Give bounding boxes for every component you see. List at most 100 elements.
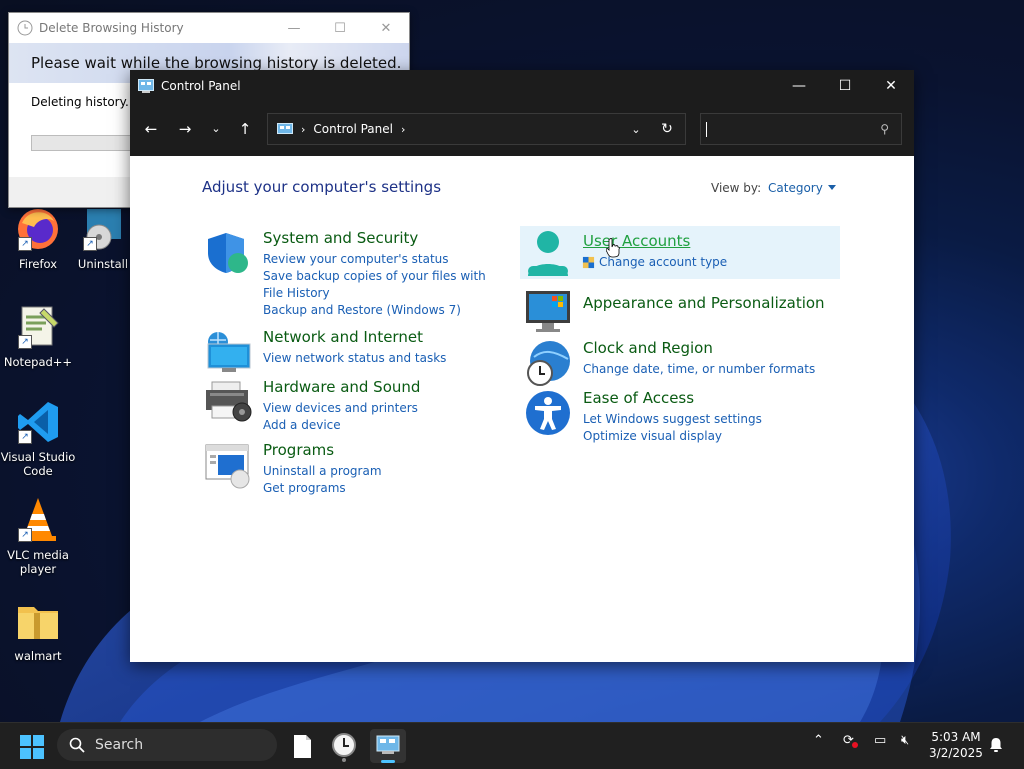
category-links: Change date, time, or number formats <box>583 361 823 378</box>
category-title[interactable]: Programs <box>263 441 334 459</box>
view-by-label: View by: <box>711 181 762 195</box>
link-get-programs[interactable]: Get programs <box>263 480 503 497</box>
active-indicator <box>381 760 395 763</box>
desktop-icon-label: Notepad++ <box>3 355 73 369</box>
text-caret <box>706 122 707 137</box>
volume-muted-icon[interactable]: 🔇︎ <box>901 733 909 748</box>
category-links: Uninstall a program Get programs <box>263 463 503 497</box>
view-by-dropdown[interactable]: Category <box>768 181 836 195</box>
minimize-button[interactable]: — <box>271 21 317 36</box>
forward-arrow-icon[interactable]: → <box>174 118 196 140</box>
back-arrow-icon[interactable]: ← <box>140 118 162 140</box>
category-links: Let Windows suggest settings Optimize vi… <box>583 411 823 445</box>
network-icon[interactable]: ▭ <box>874 733 886 748</box>
clock-globe-icon <box>527 341 570 386</box>
programs-icon <box>205 444 250 489</box>
zip-folder-icon <box>14 597 62 645</box>
desktop-icon-notepadpp[interactable]: ↗ Notepad++ <box>0 303 76 369</box>
shortcut-arrow-icon: ↗ <box>18 528 32 542</box>
link-optimize-display[interactable]: Optimize visual display <box>583 428 823 445</box>
window-titlebar: Control Panel — ☐ ✕ <box>130 70 914 102</box>
vlc-cone-icon: ↗ <box>14 496 62 544</box>
status-message: Deleting history... <box>31 95 137 109</box>
taskbar-search[interactable]: Search <box>57 729 277 761</box>
window-title: Control Panel <box>161 79 241 93</box>
vscode-icon: ↗ <box>14 398 62 446</box>
recent-locations-chevron-icon[interactable]: ⌄ <box>205 118 227 140</box>
notification-bell-icon[interactable] <box>988 737 1004 753</box>
breadcrumb-chevron-icon[interactable]: › <box>401 123 405 136</box>
clock-icon <box>17 20 33 36</box>
close-button[interactable]: ✕ <box>868 70 914 102</box>
search-icon <box>69 737 85 753</box>
category-title[interactable]: Network and Internet <box>263 328 423 346</box>
link-change-account-type[interactable]: Change account type <box>599 254 839 271</box>
category-hardware-and-sound: Hardware and Sound View devices and prin… <box>204 378 504 434</box>
navigation-bar: ← → ⌄ ↑ › Control Panel › ⌄ ↻ ⚲ <box>130 102 914 156</box>
desktop-icon-label: walmart <box>14 649 62 663</box>
category-title[interactable]: Hardware and Sound <box>263 378 420 396</box>
shortcut-arrow-icon: ↗ <box>18 430 32 444</box>
network-globe-icon <box>207 332 251 372</box>
maximize-button[interactable]: ☐ <box>822 70 868 102</box>
category-links: View devices and printers Add a device <box>263 400 503 434</box>
link-add-device[interactable]: Add a device <box>263 417 503 434</box>
category-clock-and-region: Clock and Region Change date, time, or n… <box>524 339 844 389</box>
clock-date: 3/2/2025 <box>929 746 983 760</box>
refresh-icon[interactable]: ↻ <box>649 121 685 137</box>
show-hidden-icons-chevron-icon[interactable]: ⌃ <box>813 733 824 748</box>
link-file-history[interactable]: Save backup copies of your files with Fi… <box>263 268 503 302</box>
taskbar-clock-app-icon[interactable] <box>326 729 362 763</box>
category-programs: Programs Uninstall a program Get program… <box>204 441 504 497</box>
maximize-button[interactable]: ☐ <box>317 21 363 36</box>
link-network-status[interactable]: View network status and tasks <box>263 350 503 367</box>
link-review-status[interactable]: Review your computer's status <box>263 251 503 268</box>
accessibility-icon <box>526 391 570 435</box>
main-content: Adjust your computer's settings View by:… <box>130 156 914 662</box>
taskbar-search-label: Search <box>95 737 144 753</box>
taskbar-control-panel-icon[interactable] <box>370 729 406 763</box>
category-title[interactable]: Clock and Region <box>583 339 713 357</box>
category-network-and-internet: Network and Internet View network status… <box>204 328 504 374</box>
dialog-title: Delete Browsing History <box>39 21 184 35</box>
category-appearance-and-personalization: Appearance and Personalization <box>524 287 844 335</box>
system-clock[interactable]: 5:03 AM 3/2/2025 <box>925 729 987 761</box>
category-title[interactable]: Ease of Access <box>583 389 694 407</box>
desktop-icon-vscode[interactable]: ↗ Visual Studio Code <box>0 398 76 478</box>
category-system-and-security: System and Security Review your computer… <box>204 229 504 319</box>
control-panel-window: Control Panel — ☐ ✕ ← → ⌄ ↑ › Control Pa… <box>130 70 914 662</box>
category-title[interactable]: Appearance and Personalization <box>583 294 825 312</box>
link-date-time-formats[interactable]: Change date, time, or number formats <box>583 361 823 378</box>
search-input[interactable]: ⚲ <box>700 113 902 145</box>
category-ease-of-access: Ease of Access Let Windows suggest setti… <box>524 389 844 445</box>
hand-cursor-icon <box>606 238 620 258</box>
control-panel-icon <box>277 122 293 134</box>
category-user-accounts: User Accounts Change account type <box>520 226 840 279</box>
close-button[interactable]: ✕ <box>363 21 409 36</box>
breadcrumb[interactable]: Control Panel <box>313 122 393 136</box>
notepadpp-icon: ↗ <box>14 303 62 351</box>
link-suggest-settings[interactable]: Let Windows suggest settings <box>583 411 823 428</box>
search-icon[interactable]: ⚲ <box>880 122 889 136</box>
category-links: View network status and tasks <box>263 350 503 367</box>
user-accounts-icon <box>528 231 568 276</box>
address-dropdown-icon[interactable]: ⌄ <box>623 123 649 136</box>
minimize-button[interactable]: — <box>776 70 822 102</box>
category-title[interactable]: User Accounts <box>583 232 690 250</box>
address-bar[interactable]: › Control Panel › ⌄ ↻ <box>267 113 686 145</box>
link-backup-restore[interactable]: Backup and Restore (Windows 7) <box>263 302 503 319</box>
desktop-icon-vlc[interactable]: ↗ VLC media player <box>0 496 76 576</box>
sync-alert-icon[interactable]: ⟳ <box>843 733 858 748</box>
shield-icon <box>208 233 248 273</box>
taskbar-file-icon[interactable] <box>284 729 320 763</box>
category-links: Change account type <box>599 254 839 271</box>
link-devices-printers[interactable]: View devices and printers <box>263 400 503 417</box>
installer-disc-icon: ↗ <box>79 205 127 253</box>
up-arrow-icon[interactable]: ↑ <box>234 118 256 140</box>
desktop-icon-walmart-folder[interactable]: walmart <box>0 597 76 663</box>
category-title[interactable]: System and Security <box>263 229 418 247</box>
windows-start-icon[interactable] <box>20 735 44 759</box>
firefox-icon: ↗ <box>14 205 62 253</box>
link-uninstall-program[interactable]: Uninstall a program <box>263 463 503 480</box>
control-panel-icon <box>138 79 154 93</box>
